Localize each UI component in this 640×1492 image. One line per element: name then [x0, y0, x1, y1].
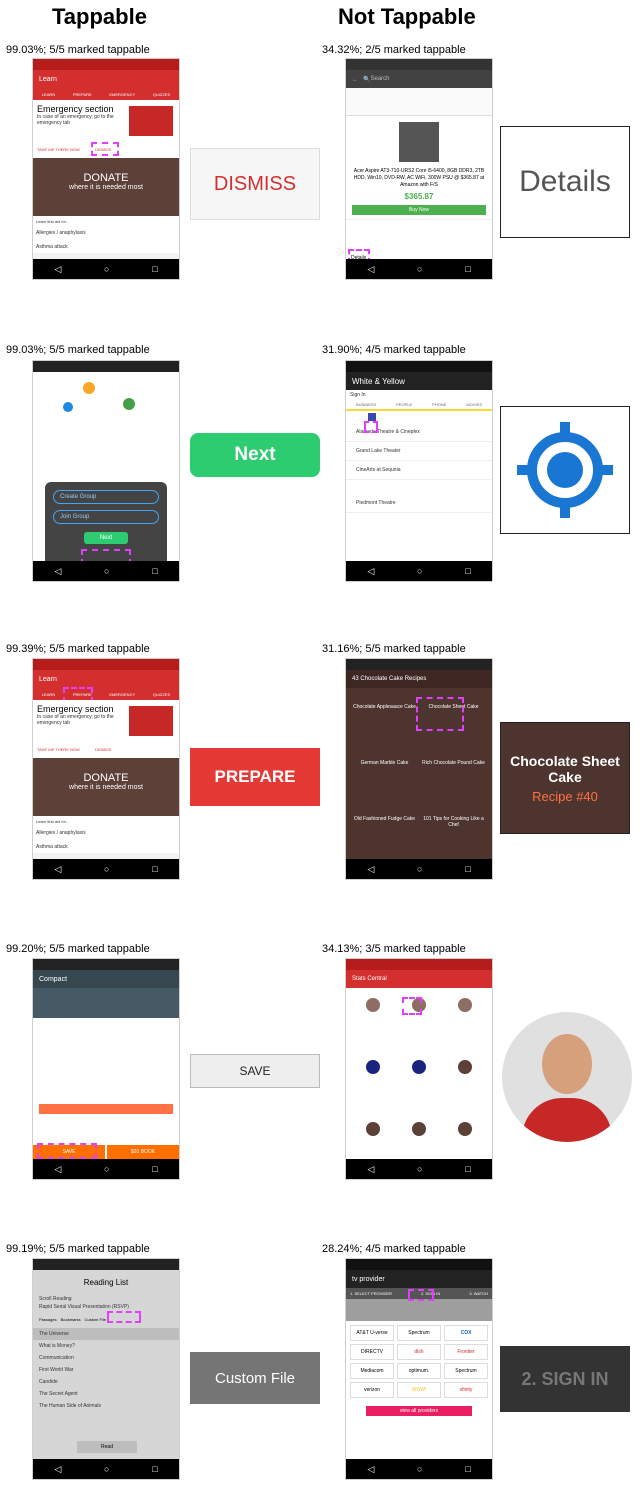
tappable-header: Tappable — [52, 4, 147, 29]
location-target-icon — [517, 422, 613, 518]
screenshot-reading-list: Reading List Scroll Reading Rapid Serial… — [32, 1258, 180, 1480]
caption-row2-left: 99.03%; 5/5 marked tappable — [6, 344, 150, 356]
caption-row3-left: 99.39%; 5/5 marked tappable — [6, 643, 150, 655]
caption-row2-right: 31.90%; 4/5 marked tappable — [322, 344, 466, 356]
screenshot-car-rental: Compact SAVE $20 BOOK ◁ ○ □ — [32, 958, 180, 1180]
screenshot-movies: White & Yellow Sign In BUSINESS PEOPLE PHO… — [345, 360, 493, 582]
crop-dismiss: DISMISS — [190, 148, 320, 220]
crop-prepare: PREPARE — [190, 748, 320, 806]
caption-row5-left: 99.19%; 5/5 marked tappable — [6, 1243, 150, 1255]
caption-row3-right: 31.16%; 5/5 marked tappable — [322, 643, 466, 655]
caption-row1-right: 34.32%; 2/5 marked tappable — [322, 44, 466, 56]
caption-row1-left: 99.03%; 5/5 marked tappable — [6, 44, 150, 56]
crop-next: Next — [190, 433, 320, 477]
crop-player-avatar — [500, 1010, 634, 1144]
screenshot-create-group: Create Group Join Group Next ◁ ○ □ — [32, 360, 180, 582]
caption-row5-right: 28.24%; 4/5 marked tappable — [322, 1243, 466, 1255]
crop-save: SAVE — [190, 1054, 320, 1088]
avatar — [502, 1012, 632, 1142]
screenshot-product-details: ← 🔍 Search Acer Aspire AT3-710-URS2 Core… — [345, 58, 493, 280]
screenshot-learn-dismiss: Learn LEARN PREPARE EMERGENCY QUIZZES Em… — [32, 58, 180, 280]
crop-chocolate-sheet-cake: Chocolate Sheet Cake Recipe #40 — [500, 722, 630, 834]
screenshot-stats-central: Stats Central ◁ ○ □ — [345, 958, 493, 1180]
caption-row4-left: 99.20%; 5/5 marked tappable — [6, 943, 150, 955]
screenshot-tv-provider: tv provider 1. SELECT PROVIDER 2. SIGN IN… — [345, 1258, 493, 1480]
crop-custom-file: Custom File — [190, 1352, 320, 1404]
crop-details: Details — [500, 126, 630, 238]
screenshot-learn-prepare: Learn LEARN PREPARE EMERGENCY QUIZZES Em… — [32, 658, 180, 880]
screenshot-cake-recipes: 43 Chocolate Cake Recipes Chocolate Appl… — [345, 658, 493, 880]
not-tappable-header: Not Tappable — [338, 4, 476, 29]
crop-location-target — [500, 406, 630, 534]
crop-sign-in: 2. SIGN IN — [500, 1346, 630, 1412]
caption-row4-right: 34.13%; 3/5 marked tappable — [322, 943, 466, 955]
